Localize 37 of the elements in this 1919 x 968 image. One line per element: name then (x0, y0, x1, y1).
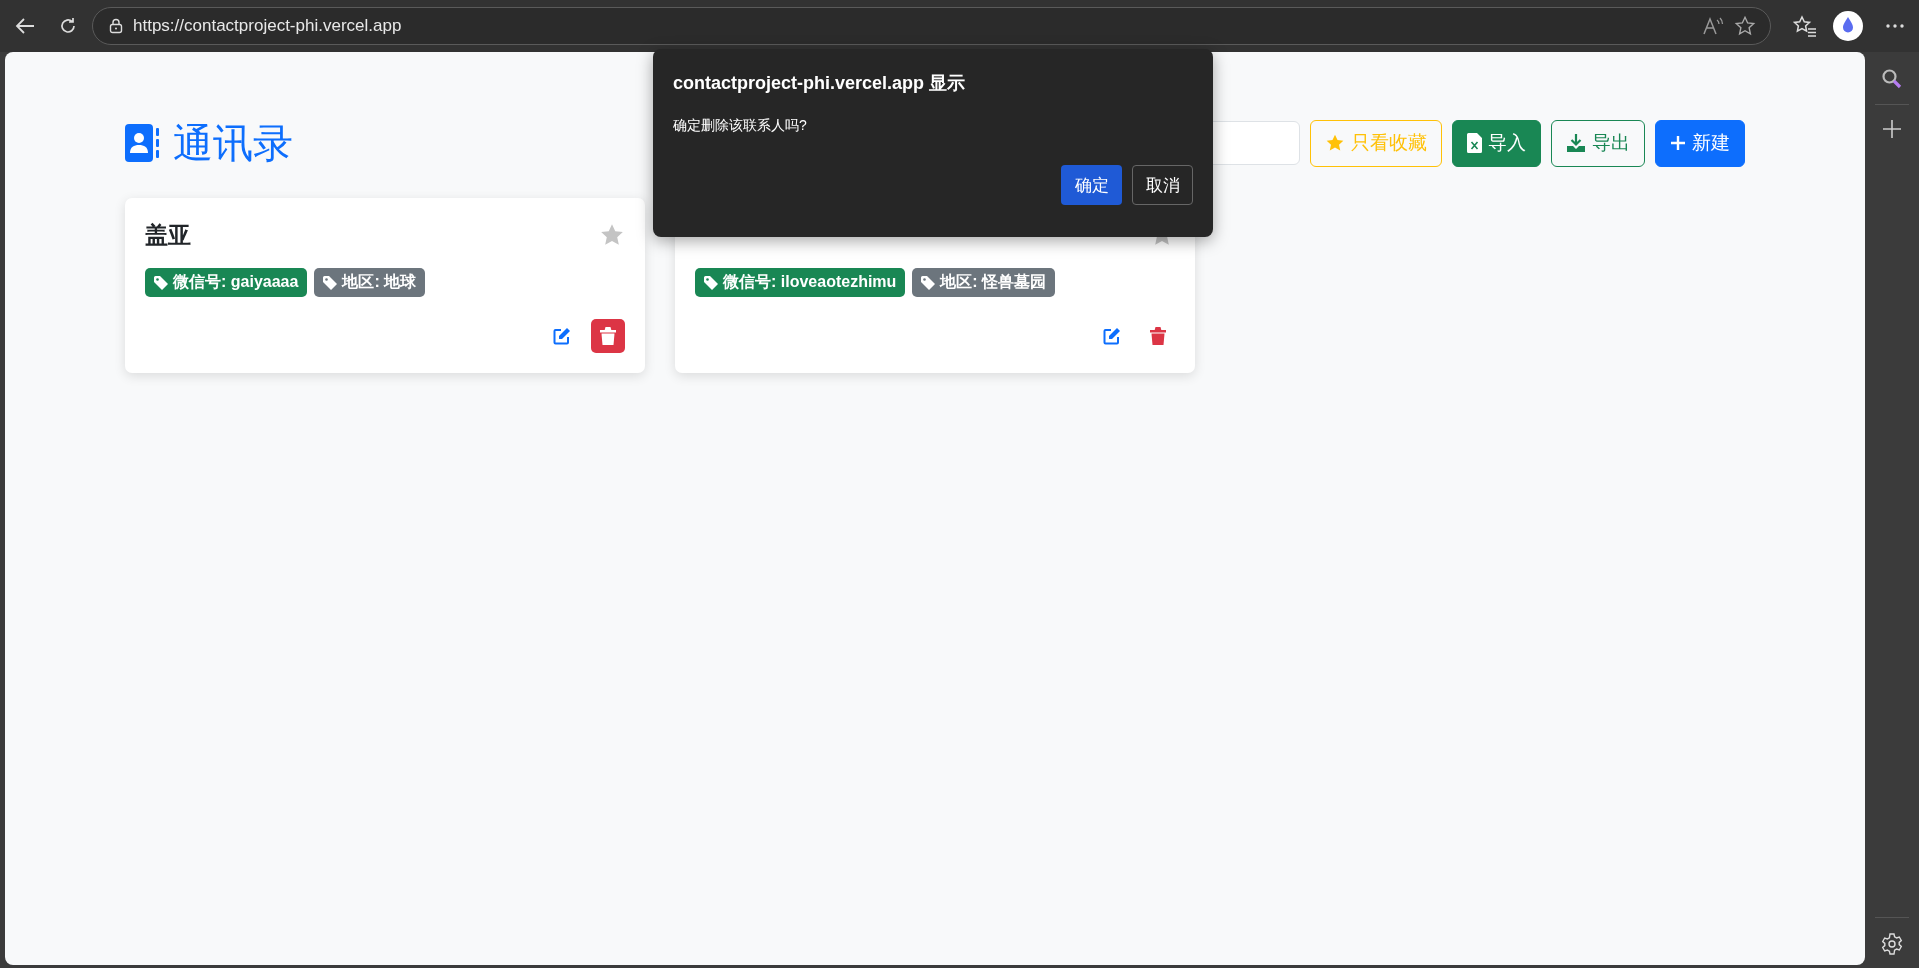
ok-button[interactable]: 确定 (1061, 165, 1122, 205)
star-icon[interactable] (1734, 15, 1756, 37)
app-title: 通讯录 (173, 119, 293, 167)
tag-badge: 地区: 怪兽墓园 (912, 268, 1056, 297)
url-text: https://contactproject-phi.vercel.app (133, 16, 402, 36)
delete-button[interactable] (591, 319, 625, 353)
profile-avatar-icon[interactable] (1833, 11, 1863, 41)
plus-icon (1670, 135, 1686, 151)
contact-book-icon (125, 124, 159, 162)
export-button[interactable]: 导出 (1551, 119, 1645, 167)
edit-icon (553, 327, 571, 345)
add-icon[interactable] (1882, 119, 1902, 139)
trash-icon (1150, 327, 1166, 345)
excel-file-icon (1467, 133, 1482, 153)
refresh-icon[interactable] (58, 16, 78, 36)
contact-name: 盖亚 (145, 220, 191, 250)
tag-badge: 微信号: gaiyaaaa (145, 268, 308, 297)
address-bar[interactable]: https://contactproject-phi.vercel.app (92, 7, 1771, 45)
new-contact-button[interactable]: 新建 (1655, 119, 1745, 167)
back-icon[interactable] (14, 17, 36, 35)
download-icon (1566, 133, 1586, 153)
read-aloud-icon[interactable] (1702, 16, 1724, 36)
more-icon[interactable] (1885, 23, 1905, 29)
favorite-star-icon[interactable] (599, 222, 625, 248)
dialog-title: contactproject-phi.vercel.app 显示 (673, 72, 967, 95)
edit-icon (1103, 327, 1121, 345)
tag-badge: 地区: 地球 (314, 268, 426, 297)
favorites-icon[interactable] (1793, 15, 1817, 37)
trash-icon (600, 327, 616, 345)
settings-icon[interactable] (1880, 932, 1904, 956)
tag-badge: 微信号: iloveaotezhimu (695, 268, 906, 297)
search-icon[interactable] (1881, 68, 1903, 90)
lock-icon (109, 18, 123, 34)
dialog-message: 确定删除该联系人吗? (673, 117, 808, 135)
import-button[interactable]: 导入 (1452, 119, 1541, 167)
star-icon (1325, 133, 1345, 153)
cancel-button[interactable]: 取消 (1132, 165, 1193, 205)
